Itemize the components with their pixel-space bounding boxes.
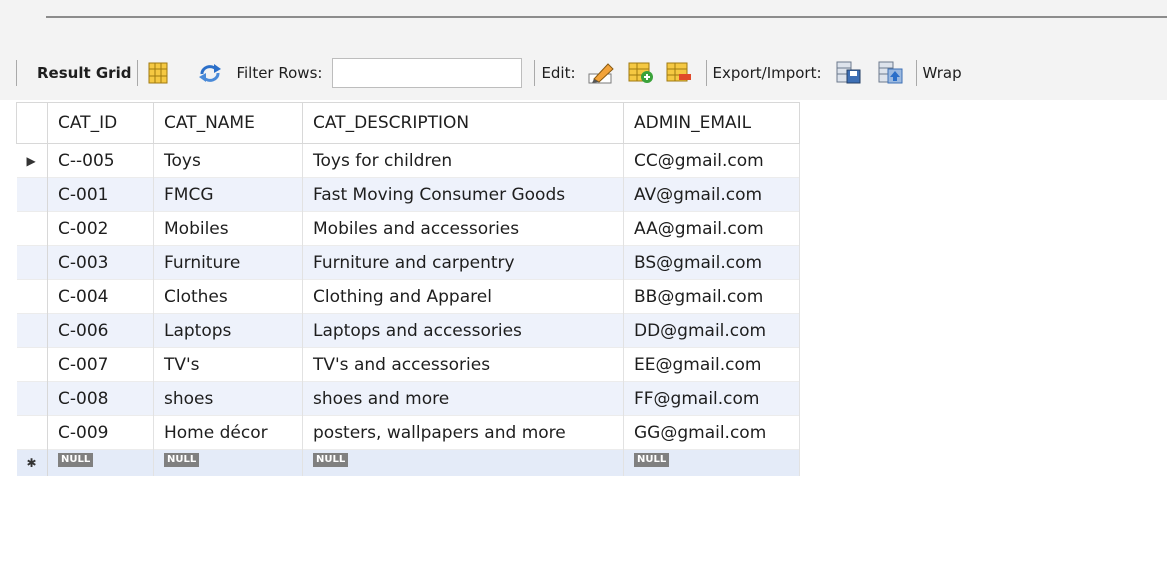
cell-admin-email[interactable]: FF@gmail.com: [623, 381, 800, 416]
toolbar-separator: [16, 60, 17, 86]
cell-cat-description[interactable]: posters, wallpapers and more: [302, 415, 624, 450]
table-row[interactable]: C-009 Home décor posters, wallpapers and…: [16, 415, 800, 450]
table-row[interactable]: C-008 shoes shoes and more FF@gmail.com: [16, 381, 800, 416]
cell-cat-id[interactable]: C-001: [47, 177, 154, 212]
table-row[interactable]: C-003 Furniture Furniture and carpentry …: [16, 245, 800, 280]
export-import-label: Export/Import:: [712, 64, 822, 82]
cell-cat-name[interactable]: shoes: [153, 381, 303, 416]
toolbar-separator: [137, 60, 139, 86]
row-header-corner: [16, 102, 48, 144]
cell-cat-description[interactable]: Mobiles and accessories: [302, 211, 624, 246]
refresh-icon[interactable]: [198, 63, 222, 83]
edit-cell-icon[interactable]: [588, 61, 616, 85]
current-row-marker: ▶: [16, 143, 48, 178]
table-row[interactable]: C-001 FMCG Fast Moving Consumer Goods AV…: [16, 177, 800, 212]
cell-cat-name[interactable]: Furniture: [153, 245, 303, 280]
cell-cat-name[interactable]: TV's: [153, 347, 303, 382]
null-badge: NULL: [58, 453, 94, 467]
add-row-icon[interactable]: [628, 62, 654, 84]
cell-cat-description[interactable]: NULL: [302, 449, 624, 476]
cell-cat-name[interactable]: Laptops: [153, 313, 303, 348]
null-badge: NULL: [164, 453, 200, 467]
table-row[interactable]: C-002 Mobiles Mobiles and accessories AA…: [16, 211, 800, 246]
toolbar-separator: [705, 60, 707, 86]
cell-cat-name[interactable]: FMCG: [153, 177, 303, 212]
form-editor-icon[interactable]: [148, 62, 168, 84]
cell-cat-description[interactable]: shoes and more: [302, 381, 624, 416]
cell-admin-email[interactable]: EE@gmail.com: [623, 347, 800, 382]
cell-cat-id[interactable]: C-007: [47, 347, 154, 382]
table-row[interactable]: ▶ C--005 Toys Toys for children CC@gmail…: [16, 143, 800, 178]
column-header-cat-name[interactable]: CAT_NAME: [153, 102, 303, 144]
cell-cat-id[interactable]: C-002: [47, 211, 154, 246]
export-icon[interactable]: [836, 61, 862, 85]
filter-rows-input[interactable]: [332, 58, 523, 88]
cell-cat-description[interactable]: Fast Moving Consumer Goods: [302, 177, 624, 212]
table-row[interactable]: C-004 Clothes Clothing and Apparel BB@gm…: [16, 279, 800, 314]
cell-cat-description[interactable]: Toys for children: [302, 143, 624, 178]
row-header[interactable]: [16, 415, 48, 450]
cell-cat-id[interactable]: C-003: [47, 245, 154, 280]
cell-admin-email[interactable]: NULL: [623, 449, 800, 476]
filter-rows-label: Filter Rows:: [236, 64, 323, 82]
result-toolbar: Result Grid Filter Rows: Edit: Export/Im…: [10, 50, 1167, 96]
cell-admin-email[interactable]: AA@gmail.com: [623, 211, 800, 246]
row-header[interactable]: [16, 381, 48, 416]
column-header-admin-email[interactable]: ADMIN_EMAIL: [623, 102, 800, 144]
cell-cat-id[interactable]: C-008: [47, 381, 154, 416]
null-badge: NULL: [634, 453, 670, 467]
scrollbar-line: [46, 16, 1167, 18]
cell-cat-name[interactable]: Home décor: [153, 415, 303, 450]
cell-cat-id[interactable]: C-009: [47, 415, 154, 450]
cell-cat-name[interactable]: Clothes: [153, 279, 303, 314]
cell-cat-name[interactable]: NULL: [153, 449, 303, 476]
column-header-cat-id[interactable]: CAT_ID: [47, 102, 154, 144]
column-header-cat-description[interactable]: CAT_DESCRIPTION: [302, 102, 624, 144]
new-row-marker: ✱: [16, 449, 48, 476]
cell-admin-email[interactable]: GG@gmail.com: [623, 415, 800, 450]
delete-row-icon[interactable]: [666, 62, 692, 84]
cell-cat-id[interactable]: C-006: [47, 313, 154, 348]
cell-cat-id[interactable]: C--005: [47, 143, 154, 178]
edit-label: Edit:: [541, 64, 576, 82]
cell-admin-email[interactable]: BS@gmail.com: [623, 245, 800, 280]
cell-cat-description[interactable]: Laptops and accessories: [302, 313, 624, 348]
table-row[interactable]: C-006 Laptops Laptops and accessories DD…: [16, 313, 800, 348]
cell-cat-description[interactable]: Clothing and Apparel: [302, 279, 624, 314]
row-header[interactable]: [16, 313, 48, 348]
new-row[interactable]: ✱ NULL NULL NULL NULL: [16, 449, 800, 476]
cell-admin-email[interactable]: BB@gmail.com: [623, 279, 800, 314]
wrap-cell-content-toggle[interactable]: Wrap: [923, 64, 962, 82]
toolbar-separator: [915, 60, 917, 86]
result-grid-tab[interactable]: Result Grid: [37, 64, 131, 82]
cell-admin-email[interactable]: DD@gmail.com: [623, 313, 800, 348]
null-badge: NULL: [313, 453, 349, 467]
cell-cat-id[interactable]: C-004: [47, 279, 154, 314]
cell-cat-id[interactable]: NULL: [47, 449, 154, 476]
cell-admin-email[interactable]: CC@gmail.com: [623, 143, 800, 178]
cell-admin-email[interactable]: AV@gmail.com: [623, 177, 800, 212]
grid-header-row: CAT_ID CAT_NAME CAT_DESCRIPTION ADMIN_EM…: [16, 102, 800, 144]
cell-cat-description[interactable]: TV's and accessories: [302, 347, 624, 382]
row-header[interactable]: [16, 347, 48, 382]
table-row[interactable]: C-007 TV's TV's and accessories EE@gmail…: [16, 347, 800, 382]
cell-cat-description[interactable]: Furniture and carpentry: [302, 245, 624, 280]
toolbar-separator: [534, 60, 536, 86]
row-header[interactable]: [16, 177, 48, 212]
row-header[interactable]: [16, 211, 48, 246]
row-header[interactable]: [16, 279, 48, 314]
cell-cat-name[interactable]: Mobiles: [153, 211, 303, 246]
import-icon[interactable]: [878, 61, 904, 85]
cell-cat-name[interactable]: Toys: [153, 143, 303, 178]
row-header[interactable]: [16, 245, 48, 280]
result-grid-table: CAT_ID CAT_NAME CAT_DESCRIPTION ADMIN_EM…: [16, 102, 800, 476]
